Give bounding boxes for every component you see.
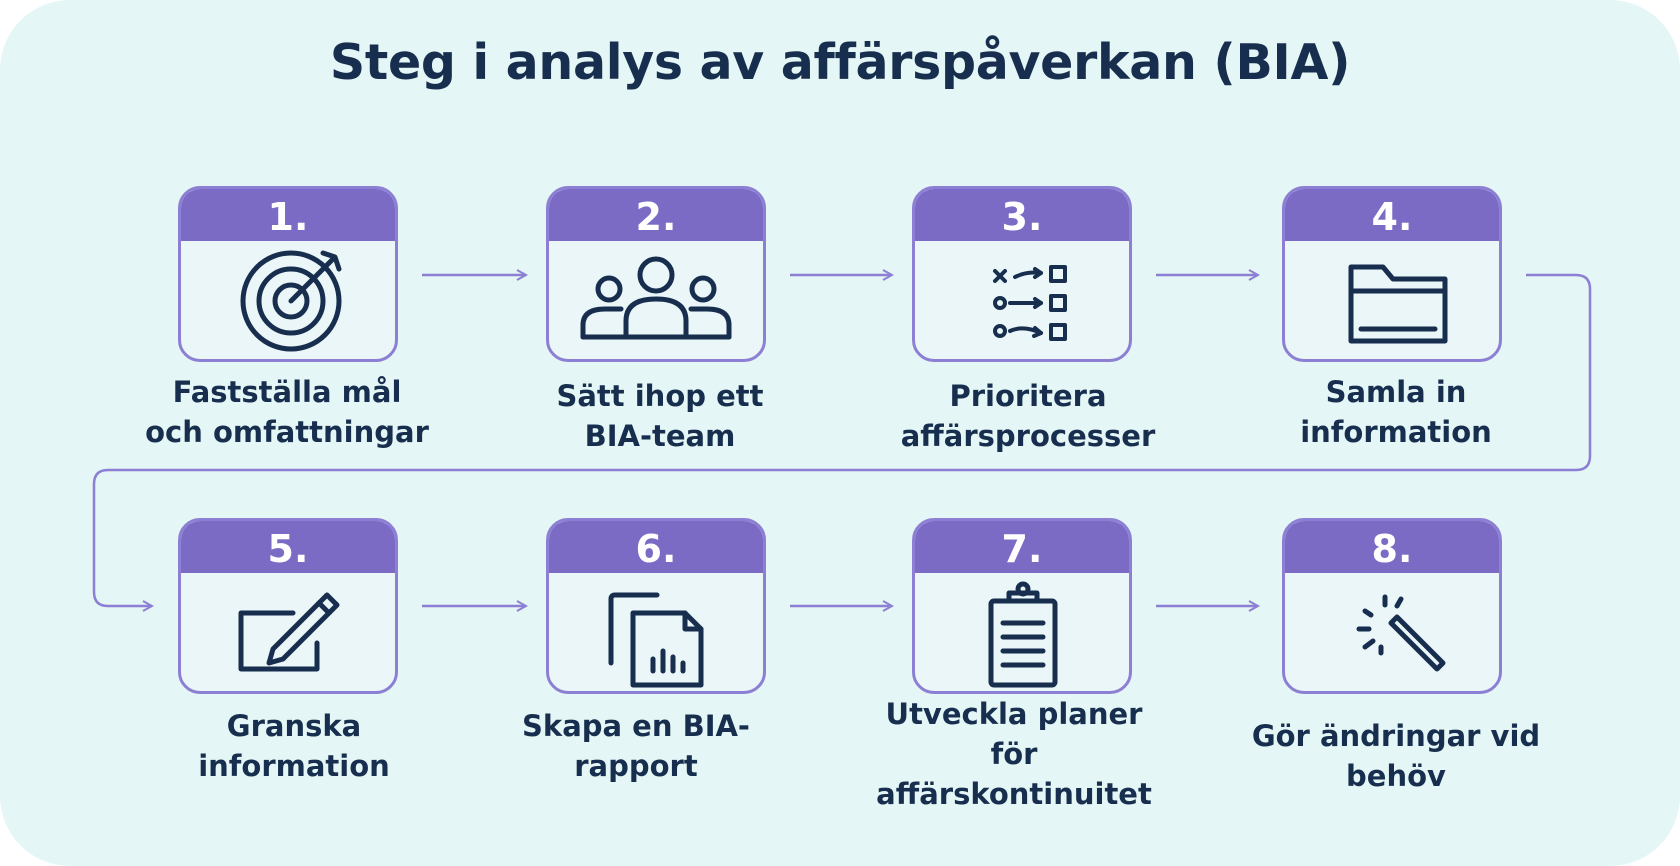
edit-icon: [181, 573, 395, 691]
step-number-6: 6.: [549, 521, 763, 573]
step-number-3: 3.: [915, 189, 1129, 241]
step-label-6: Skapa en BIA- rapport: [522, 709, 750, 783]
priority-list-icon: [915, 241, 1129, 359]
step-card-1: 1.: [178, 186, 398, 362]
step-label-5: Granska information: [198, 709, 390, 783]
step-label-8: Gör ändringar vid behöv: [1251, 719, 1541, 793]
step-card-3: 3.: [912, 186, 1132, 362]
step-card-7: 7.: [912, 518, 1132, 694]
step-label-2: Sätt ihop ett BIA-team: [556, 379, 764, 453]
step-number-7: 7.: [915, 521, 1129, 573]
step-card-4: 4.: [1282, 186, 1502, 362]
team-icon: [549, 241, 763, 359]
step-card-6: 6.: [546, 518, 766, 694]
step-label-3: Prioritera affärsprocesser: [900, 379, 1156, 453]
magic-wand-icon: [1285, 573, 1499, 691]
step-card-2: 2.: [546, 186, 766, 362]
step-number-5: 5.: [181, 521, 395, 573]
report-icon: [549, 573, 763, 691]
step-card-5: 5.: [178, 518, 398, 694]
step-label-7: Utveckla planer för affärskontinuitet: [876, 697, 1152, 811]
step-number-2: 2.: [549, 189, 763, 241]
step-number-1: 1.: [181, 189, 395, 241]
target-icon: [181, 241, 395, 359]
folder-icon: [1285, 241, 1499, 359]
step-card-8: 8.: [1282, 518, 1502, 694]
step-number-4: 4.: [1285, 189, 1499, 241]
clipboard-icon: [915, 573, 1129, 691]
step-label-4: Samla in information: [1300, 375, 1492, 449]
step-number-8: 8.: [1285, 521, 1499, 573]
step-label-1: Fastställa mål och omfattningar: [145, 375, 429, 449]
